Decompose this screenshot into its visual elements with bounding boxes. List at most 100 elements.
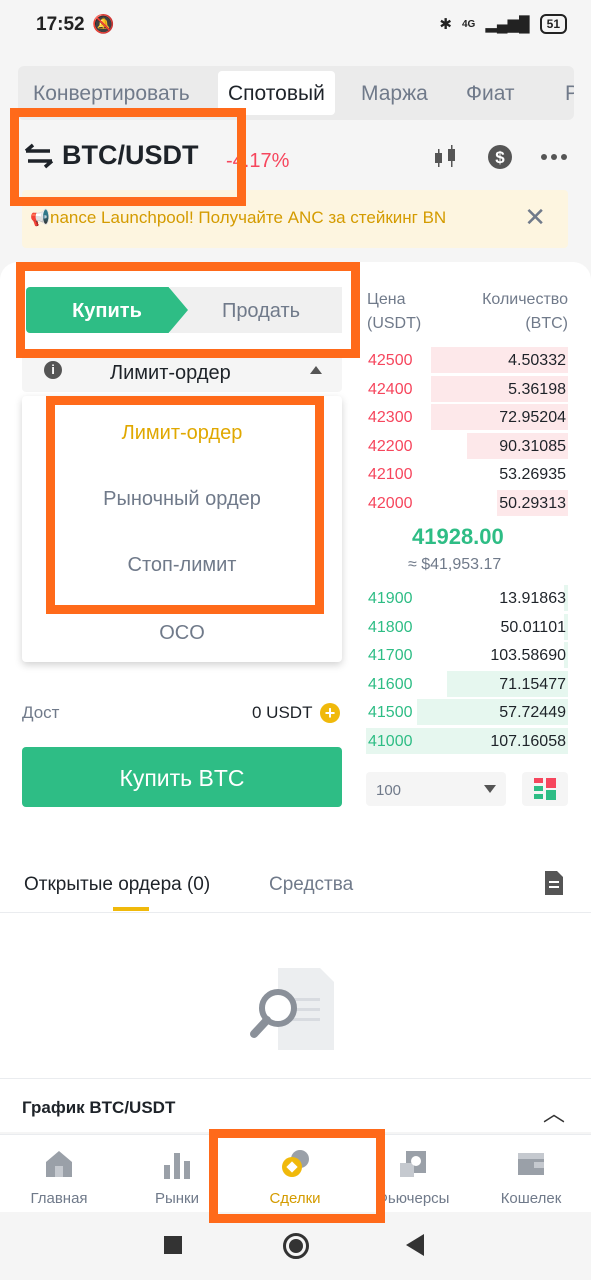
chevron-down-icon	[484, 785, 496, 793]
row-price: 41000	[368, 732, 413, 750]
divider	[0, 1078, 591, 1079]
sell-tab[interactable]: Продать	[170, 287, 342, 333]
add-funds-icon[interactable]: +	[320, 703, 340, 723]
network-label: 4G	[461, 18, 476, 30]
chart-toggle-label[interactable]: График BTC/USDT	[22, 1098, 175, 1118]
tab-spot[interactable]: Спотовый	[218, 71, 335, 115]
megaphone-icon: 📢	[30, 210, 50, 227]
nav-markets[interactable]: Рынки	[118, 1135, 236, 1207]
bid-row[interactable]: 41700 103.58690	[366, 642, 568, 668]
bid-row[interactable]: 41800 50.01101	[366, 613, 568, 640]
row-qty: 5.36198	[508, 380, 566, 398]
status-time: 17:52	[36, 14, 85, 35]
empty-search-icon	[250, 968, 334, 1050]
bottom-nav: Главная Рынки Сделки Фьючерсы Кошелек	[0, 1134, 591, 1212]
candlestick-chart-icon[interactable]	[433, 145, 459, 169]
bid-row[interactable]: 41500 57.72449	[366, 699, 568, 725]
tab-more[interactable]: P	[565, 66, 574, 120]
last-price: 41928.00	[412, 524, 504, 549]
ask-row[interactable]: 42400 5.36198	[366, 375, 568, 402]
orderbook-qty-header: Количество (BTC)	[482, 291, 568, 332]
nav-label: Сделки	[269, 1190, 321, 1207]
tab-open-orders[interactable]: Открытые ордера (0)	[24, 874, 210, 896]
info-icon[interactable]: i	[44, 361, 62, 379]
nav-label: Кошелек	[500, 1190, 562, 1207]
row-qty: 50.01101	[500, 618, 566, 636]
status-right: ✱ 4G ▂▄▆█ 51	[439, 14, 567, 34]
banner-text: nance Launchpool! Получайте ANC за стейк…	[50, 208, 447, 227]
pair-symbol: BTC/USDT	[62, 140, 199, 170]
more-icon[interactable]	[541, 153, 567, 161]
nav-wallet[interactable]: Кошелек	[472, 1135, 590, 1207]
order-type-dropdown: Лимит-ордер Рыночный ордер Стоп-лимит OC…	[22, 396, 342, 662]
row-qty: 50.29313	[499, 494, 566, 512]
bid-row[interactable]: 41600 71.15477	[366, 670, 568, 697]
buy-btc-button[interactable]: Купить BTC	[22, 747, 342, 807]
orderbook-view-toggle[interactable]	[522, 772, 568, 806]
recents-icon[interactable]	[164, 1236, 182, 1254]
row-price: 41700	[368, 647, 413, 664]
row-qty: 107.16058	[490, 732, 566, 750]
close-icon[interactable]: ✕	[524, 202, 546, 233]
nav-home[interactable]: Главная	[0, 1135, 118, 1207]
tab-funds[interactable]: Средства	[269, 874, 353, 896]
battery-icon: 51	[539, 14, 567, 34]
pair-selector[interactable]: BTC/USDT	[24, 140, 199, 171]
nav-label: Главная	[30, 1190, 88, 1207]
bid-row[interactable]: 41000 107.16058	[366, 727, 568, 754]
wallet-icon	[518, 1153, 544, 1175]
tab-fiat[interactable]: Фиат	[466, 66, 515, 120]
ask-row[interactable]: 42500 4.50332	[366, 347, 568, 373]
bell-off-icon: 🔕	[92, 14, 115, 34]
trades-icon	[282, 1150, 309, 1177]
tab-convert[interactable]: Конвертировать	[33, 66, 190, 120]
tab-margin[interactable]: Маржа	[361, 66, 428, 120]
dropdown-option-stop-limit[interactable]: Стоп-лимит	[22, 554, 342, 577]
dropdown-option-market[interactable]: Рыночный ордер	[22, 488, 342, 511]
row-price: 41800	[368, 618, 413, 636]
nav-label: Рынки	[154, 1190, 199, 1207]
ask-row[interactable]: 42100 53.26935	[366, 461, 568, 487]
available-value: 0 USDT	[252, 703, 313, 722]
row-qty: 4.50332	[508, 352, 566, 369]
row-price: 42100	[368, 466, 413, 483]
trade-mode-tabs: Конвертировать Спотовый Маржа Фиат P	[18, 66, 574, 120]
row-qty: 103.58690	[490, 647, 566, 664]
back-icon[interactable]	[406, 1234, 424, 1256]
ask-row[interactable]: 42300 72.95204	[366, 404, 568, 430]
orderbook-price-header: Цена (USDT)	[367, 291, 422, 332]
row-price: 41600	[368, 675, 413, 693]
dropdown-option-oco[interactable]: OCO	[22, 622, 342, 645]
nav-trades[interactable]: Сделки	[236, 1135, 354, 1207]
system-nav	[0, 1212, 591, 1280]
chevron-up-icon[interactable]: ︿	[543, 1096, 565, 1128]
available-label: Дост	[22, 703, 60, 722]
nav-label: Фьючерсы	[376, 1190, 450, 1207]
dropdown-option-limit[interactable]: Лимит-ордер	[22, 422, 342, 445]
caret-up-icon	[310, 366, 322, 374]
dollar-icon[interactable]: $	[487, 144, 513, 170]
document-icon[interactable]	[543, 871, 563, 895]
announcement-banner[interactable]: 📢 nance Launchpool! Получайте ANC за сте…	[22, 190, 568, 248]
bluetooth-icon: ✱	[439, 16, 452, 33]
row-qty: 53.26935	[499, 466, 566, 483]
order-type-select[interactable]: i Лимит-ордер	[22, 352, 342, 392]
order-type-label: Лимит-ордер	[110, 362, 231, 384]
bid-row[interactable]: 41900 13.91863	[366, 585, 568, 611]
home-icon	[46, 1151, 72, 1177]
row-qty: 13.91863	[499, 590, 566, 607]
buy-tab[interactable]: Купить	[26, 287, 188, 333]
divider	[0, 912, 591, 913]
tab-indicator	[113, 907, 149, 911]
last-price-usd: ≈ $41,953.17	[408, 556, 502, 573]
status-bar: 17:52 🔕 ✱ 4G ▂▄▆█ 51	[0, 0, 591, 52]
ask-row[interactable]: 42000 50.29313	[366, 489, 568, 516]
row-qty: 72.95204	[499, 409, 566, 426]
nav-futures[interactable]: Фьючерсы	[354, 1135, 472, 1207]
home-button-icon[interactable]	[283, 1233, 309, 1259]
ask-row[interactable]: 42200 90.31085	[366, 432, 568, 459]
row-qty: 71.15477	[499, 675, 566, 693]
depth-select[interactable]: 100	[366, 772, 506, 806]
row-price: 42500	[368, 352, 413, 369]
markets-icon	[164, 1153, 190, 1179]
